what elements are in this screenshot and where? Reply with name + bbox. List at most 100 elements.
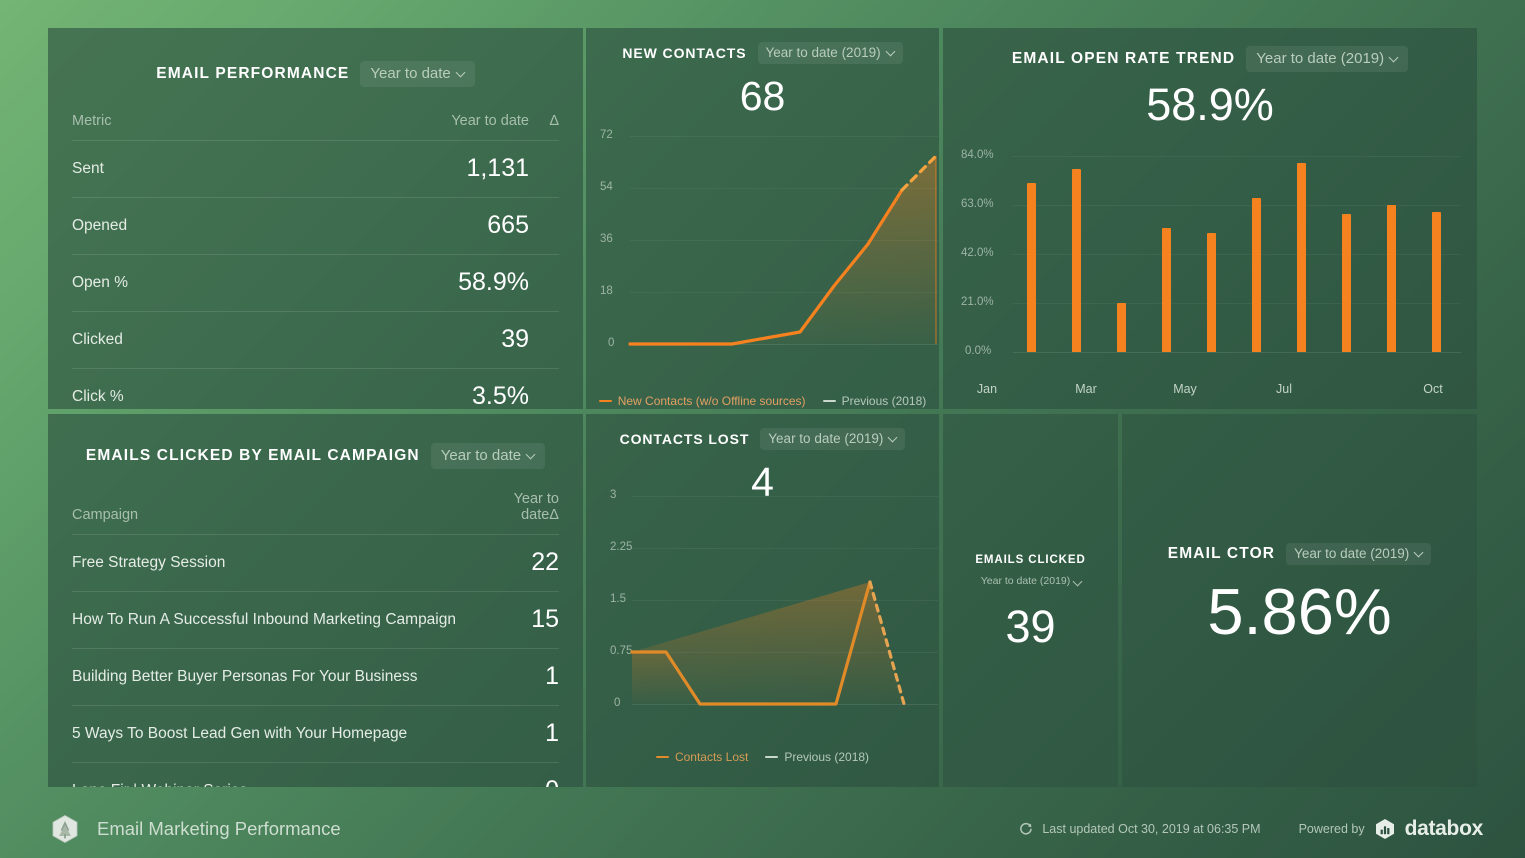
campaign-value: 15 (483, 591, 559, 649)
bar-aug[interactable] (1342, 214, 1351, 352)
card-emails-clicked: EMAILS CLICKED Year to date (2019) 39 (943, 414, 1118, 787)
open-rate-plot: 84.0% 63.0% 42.0% 21.0% 0.0% (961, 132, 1461, 362)
last-updated-text: Last updated Oct 30, 2019 at 06:35 PM (1042, 822, 1261, 836)
bar-oct[interactable] (1432, 212, 1441, 352)
date-range-selector-contacts-lost[interactable]: Year to date (2019) (760, 428, 906, 450)
table-row[interactable]: Lone Fir | Webinar Series 0 (72, 762, 559, 787)
campaign-value: 22 (483, 534, 559, 592)
legend-item[interactable]: New Contacts (w/o Offline sources) (598, 394, 806, 408)
date-range-label: Year to date (370, 65, 451, 82)
bar-sep[interactable] (1387, 205, 1396, 352)
table-row[interactable]: Click % 3.5% (72, 368, 559, 409)
card-title: EMAILS CLICKED BY EMAIL CAMPAIGN (85, 447, 420, 464)
legend-new-contacts: New Contacts (w/o Offline sources) Previ… (586, 394, 939, 408)
campaign-name: 5 Ways To Boost Lead Gen with Your Homep… (72, 705, 483, 763)
col-value: Year to date (451, 113, 529, 129)
new-contacts-plot: 72 54 36 18 0 (600, 126, 938, 358)
table-row[interactable]: Open % 58.9% (72, 254, 559, 312)
metric-value: 3.5% (263, 368, 529, 409)
legend-item[interactable]: Contacts Lost (655, 750, 748, 764)
metric-delta (529, 197, 559, 255)
kpi-value-open-rate: 58.9% (1146, 79, 1274, 130)
date-range-label: Year to date (2019) (1256, 50, 1385, 67)
x-tick-label: Oct (1423, 382, 1443, 396)
dashboard-logo-icon (50, 814, 80, 844)
card-header: CONTACTS LOST Year to date (2019) (586, 428, 939, 450)
metric-value: 1,131 (263, 140, 529, 198)
brand-name: databox (1404, 817, 1484, 840)
card-header: EMAIL PERFORMANCE Year to date (48, 61, 583, 87)
card-email-open-rate-trend: EMAIL OPEN RATE TREND Year to date (2019… (943, 28, 1477, 409)
table-header-row: Metric Year to date Δ (72, 113, 559, 141)
metric-name: Open % (72, 254, 264, 312)
table-row[interactable]: Clicked 39 (72, 311, 559, 369)
card-header: EMAIL OPEN RATE TREND Year to date (2019… (943, 46, 1477, 72)
date-range-label: Year to date (2019) (765, 45, 881, 60)
table-row[interactable]: Sent 1,131 (72, 140, 559, 198)
metric-name: Sent (72, 140, 264, 198)
date-range-selector-emails-clicked[interactable]: Year to date (2019) (975, 573, 1087, 590)
card-email-performance: EMAIL PERFORMANCE Year to date Metric Ye… (48, 28, 583, 409)
campaign-name: Building Better Buyer Personas For Your … (72, 648, 483, 706)
chevron-down-icon (887, 48, 896, 57)
card-title: NEW CONTACTS (622, 45, 747, 61)
powered-by[interactable]: Powered by databox (1298, 817, 1484, 841)
date-range-selector-open-rate[interactable]: Year to date (2019) (1246, 46, 1409, 72)
card-header: NEW CONTACTS Year to date (2019) (586, 42, 939, 64)
legend-item[interactable]: Previous (2018) (822, 394, 927, 408)
legend-label: Previous (2018) (784, 750, 870, 764)
campaign-name: Lone Fir | Webinar Series (72, 762, 483, 787)
dashboard-name: Email Marketing Performance (97, 818, 341, 839)
metric-name: Clicked (72, 311, 264, 369)
bar-jul[interactable] (1297, 163, 1306, 352)
chevron-down-icon (1074, 578, 1081, 585)
card-new-contacts: NEW CONTACTS Year to date (2019) 68 72 5… (586, 28, 939, 409)
table-row[interactable]: Free Strategy Session 22 (72, 534, 559, 592)
footer: Email Marketing Performance Last updated… (0, 800, 1525, 858)
table-row[interactable]: Opened 665 (72, 197, 559, 255)
card-header: EMAILS CLICKED BY EMAIL CAMPAIGN Year to… (48, 443, 583, 469)
table-row[interactable]: How To Run A Successful Inbound Marketin… (72, 591, 559, 649)
bar-jun[interactable] (1252, 198, 1261, 352)
chevron-down-icon (889, 434, 898, 443)
databox-logo-icon (1374, 818, 1396, 840)
email-performance-table: Metric Year to date Δ Sent 1,131 Opened … (72, 113, 559, 409)
card-contacts-lost: CONTACTS LOST Year to date (2019) 4 3 2.… (586, 414, 939, 787)
powered-by-label: Powered by (1298, 822, 1365, 836)
y-tick-label: 0.0% (965, 345, 992, 357)
bar-may[interactable] (1207, 233, 1216, 352)
bar-jan[interactable] (1027, 182, 1036, 352)
metric-name: Click % (72, 368, 264, 409)
col-delta: Δ (549, 113, 559, 129)
table-row[interactable]: 5 Ways To Boost Lead Gen with Your Homep… (72, 705, 559, 763)
metric-name: Opened (72, 197, 264, 255)
legend-item[interactable]: Email Open Rate (1081, 408, 1186, 409)
card-title: EMAILS CLICKED (975, 554, 1086, 566)
legend-item[interactable]: Previous period (2018) (1203, 408, 1339, 409)
bar-apr[interactable] (1162, 228, 1171, 352)
x-tick-label: Jan (976, 382, 998, 396)
bar-feb[interactable] (1072, 168, 1081, 352)
bar-mar[interactable] (1117, 303, 1126, 352)
date-range-selector-campaign[interactable]: Year to date (430, 443, 546, 469)
line-swatch-icon (822, 399, 836, 403)
chevron-down-icon (1415, 549, 1424, 558)
metric-value: 39 (263, 311, 529, 369)
legend-contacts-lost: Contacts Lost Previous (2018) (586, 750, 939, 764)
col-value: Year to dateΔ (483, 491, 559, 535)
card-emails-clicked-by-campaign: EMAILS CLICKED BY EMAIL CAMPAIGN Year to… (48, 414, 583, 787)
legend-label: Email Open Rate (1091, 408, 1186, 409)
legend-item[interactable]: Previous (2018) (765, 750, 869, 764)
col-metric: Metric (72, 113, 112, 129)
campaign-name: Free Strategy Session (72, 534, 483, 592)
refresh-icon[interactable] (1019, 822, 1033, 836)
date-range-selector-new-contacts[interactable]: Year to date (2019) (757, 42, 903, 64)
card-title: EMAIL CTOR (1167, 545, 1276, 562)
date-range-selector-email-ctor[interactable]: Year to date (2019) (1286, 543, 1432, 565)
date-range-label: Year to date (2019) (980, 575, 1071, 587)
legend-label: Previous (2018) (841, 394, 927, 408)
col-value-line2: dateΔ (521, 507, 559, 524)
date-range-selector-email-performance[interactable]: Year to date (360, 61, 475, 87)
card-header: EMAIL CTOR Year to date (2019) (1122, 543, 1477, 565)
table-row[interactable]: Building Better Buyer Personas For Your … (72, 648, 559, 706)
